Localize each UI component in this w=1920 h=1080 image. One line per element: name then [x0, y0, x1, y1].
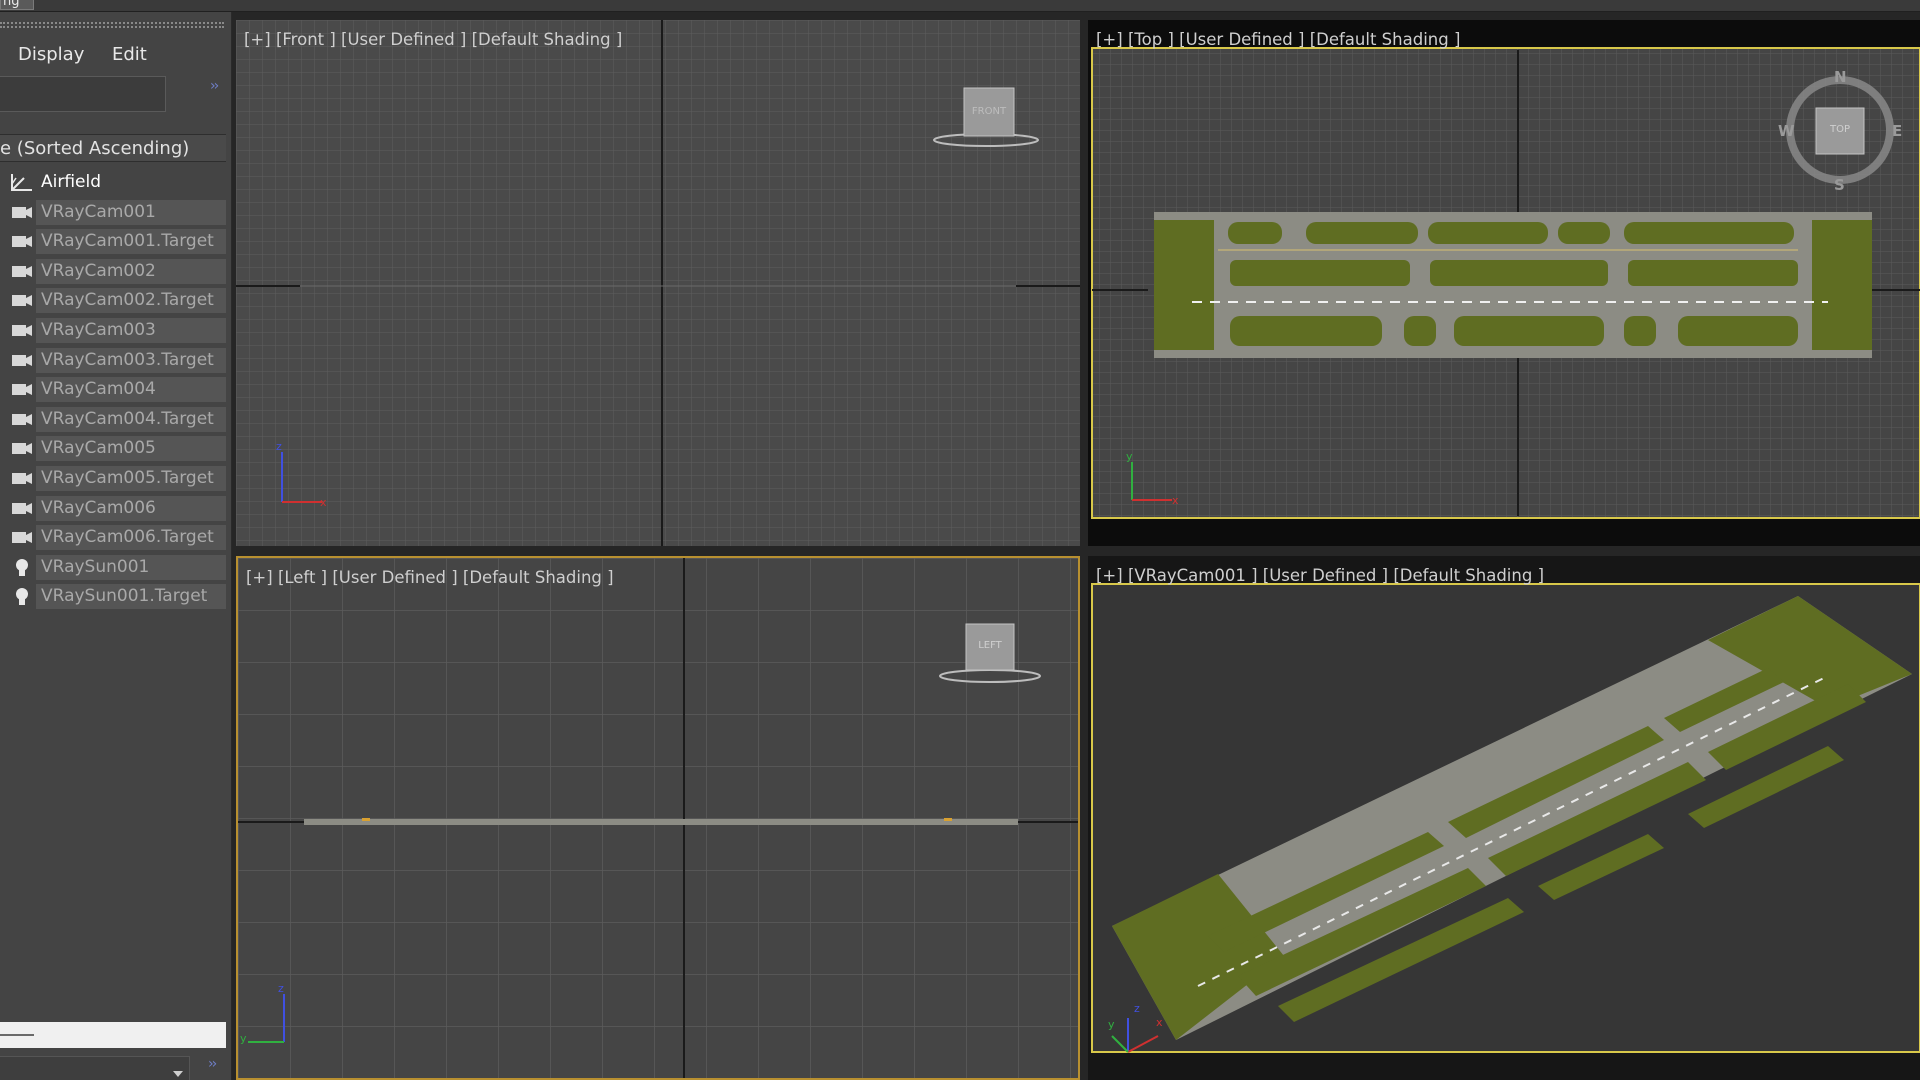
camera-icon	[12, 532, 32, 544]
axis-z-label: z	[278, 982, 284, 995]
viewport-label[interactable]: [+] [Left ] [User Defined ] [Default Sha…	[246, 568, 614, 587]
list-item[interactable]: VRaySun001	[0, 553, 226, 583]
chevron-down-icon	[173, 1071, 183, 1077]
list-item[interactable]: VRayCam004	[0, 375, 226, 405]
search-input[interactable]	[0, 76, 166, 112]
compass-west: W	[1778, 122, 1795, 140]
compass-east: E	[1892, 122, 1903, 140]
list-item[interactable]: VRayCam001.Target	[0, 227, 226, 257]
shape-icon	[11, 174, 32, 191]
list-item[interactable]: Airfield	[0, 168, 226, 198]
list-item[interactable]: VRayCam005.Target	[0, 464, 226, 494]
front-grid	[236, 20, 1080, 546]
list-item-label: VRayCam004.Target	[36, 406, 226, 432]
list-item-label: VRayCam002.Target	[36, 288, 226, 314]
list-item[interactable]: VRayCam003	[0, 316, 226, 346]
camera-icon	[12, 413, 32, 425]
list-item[interactable]: VRayCam004.Target	[0, 405, 226, 435]
camera-icon	[12, 295, 32, 307]
list-item[interactable]: VRayCam003.Target	[0, 346, 226, 376]
viewport-left[interactable]: [+] [Left ] [User Defined ] [Default Sha…	[236, 556, 1080, 1080]
camera-render	[1091, 583, 1920, 1053]
list-item[interactable]: VRaySun001.Target	[0, 582, 226, 612]
view-cube[interactable]: TOP	[1816, 124, 1864, 135]
top-grid	[1091, 47, 1920, 519]
list-item-label: VRayCam006.Target	[36, 525, 226, 551]
list-item-label: Airfield	[41, 172, 102, 192]
list-item[interactable]: VRayCam005	[0, 434, 226, 464]
list-item-label: VRayCam001	[36, 199, 226, 225]
list-item-label: VRayCam003.Target	[36, 347, 226, 373]
list-item[interactable]: VRayCam001	[0, 198, 226, 228]
compass-south: S	[1834, 176, 1845, 194]
list-item[interactable]: VRayCam002	[0, 257, 226, 287]
list-item-label: VRaySun001.Target	[36, 584, 226, 610]
light-bulb-icon	[16, 558, 28, 576]
list-item-label: VRayCam006	[36, 495, 226, 521]
axis-y-label: y	[240, 1032, 247, 1045]
list-item[interactable]: VRayCam006	[0, 494, 226, 524]
viewport-label[interactable]: [+] [VRayCam001 ] [User Defined ] [Defau…	[1096, 566, 1544, 585]
top-tab[interactable]: ng	[0, 0, 34, 10]
camera-icon	[12, 236, 32, 248]
list-item-label: VRaySun001	[36, 554, 226, 580]
view-cube[interactable]: FRONT	[964, 106, 1014, 117]
camera-icon	[12, 502, 32, 514]
viewport-label[interactable]: [+] [Top ] [User Defined ] [Default Shad…	[1096, 30, 1460, 49]
viewport-camera[interactable]: [+] [VRayCam001 ] [User Defined ] [Defau…	[1088, 556, 1920, 1080]
list-item[interactable]: VRayCam006.Target	[0, 523, 226, 553]
axis-z-label: z	[276, 440, 282, 453]
view-cube[interactable]: LEFT	[966, 640, 1014, 651]
light-bulb-icon	[16, 588, 28, 606]
scene-explorer: Display Edit ›› e (Sorted Ascending) Air…	[0, 12, 232, 1080]
viewport-top[interactable]: [+] [Top ] [User Defined ] [Default Shad…	[1088, 20, 1920, 546]
camera-icon	[12, 265, 32, 277]
list-item-label: VRayCam002	[36, 258, 226, 284]
filter-input[interactable]	[0, 1022, 226, 1048]
left-grid	[238, 558, 1078, 1078]
camera-icon	[12, 384, 32, 396]
viewport-label[interactable]: [+] [Front ] [User Defined ] [Default Sh…	[244, 30, 622, 49]
axis-y-label: y	[1108, 1018, 1115, 1031]
explorer-menubar: Display Edit	[0, 42, 232, 68]
menu-display[interactable]: Display	[18, 42, 84, 68]
viewport-front[interactable]: [+] [Front ] [User Defined ] [Default Sh…	[236, 20, 1080, 546]
list-item[interactable]: VRayCam002.Target	[0, 286, 226, 316]
camera-icon	[12, 472, 32, 484]
camera-icon	[12, 354, 32, 366]
compass-north: N	[1834, 68, 1847, 86]
list-item-label: VRayCam003	[36, 317, 226, 343]
layer-select[interactable]	[0, 1056, 190, 1080]
title-strip: ng	[0, 0, 1920, 12]
expand-chevron-icon[interactable]: ››	[210, 78, 219, 94]
camera-icon	[12, 206, 32, 218]
axis-z-label: z	[1134, 1002, 1140, 1015]
panel-grip[interactable]	[0, 22, 224, 28]
column-header[interactable]: e (Sorted Ascending)	[0, 134, 226, 162]
list-item-label: VRayCam001.Target	[36, 229, 226, 255]
axis-x-label: x	[320, 496, 327, 509]
camera-icon	[12, 324, 32, 336]
expand-chevron-icon[interactable]: ››	[208, 1056, 217, 1072]
scene-tree: Airfield VRayCam001 VRayCam001.Target VRay…	[0, 168, 226, 612]
axis-x-label: x	[1172, 494, 1179, 507]
list-item-label: VRayCam005	[36, 436, 226, 462]
axis-y-label: y	[1126, 450, 1133, 463]
camera-icon	[12, 443, 32, 455]
list-item-label: VRayCam004	[36, 377, 226, 403]
axis-x-label: x	[1156, 1016, 1163, 1029]
menu-edit[interactable]: Edit	[112, 42, 147, 68]
list-item-label: VRayCam005.Target	[36, 465, 226, 491]
